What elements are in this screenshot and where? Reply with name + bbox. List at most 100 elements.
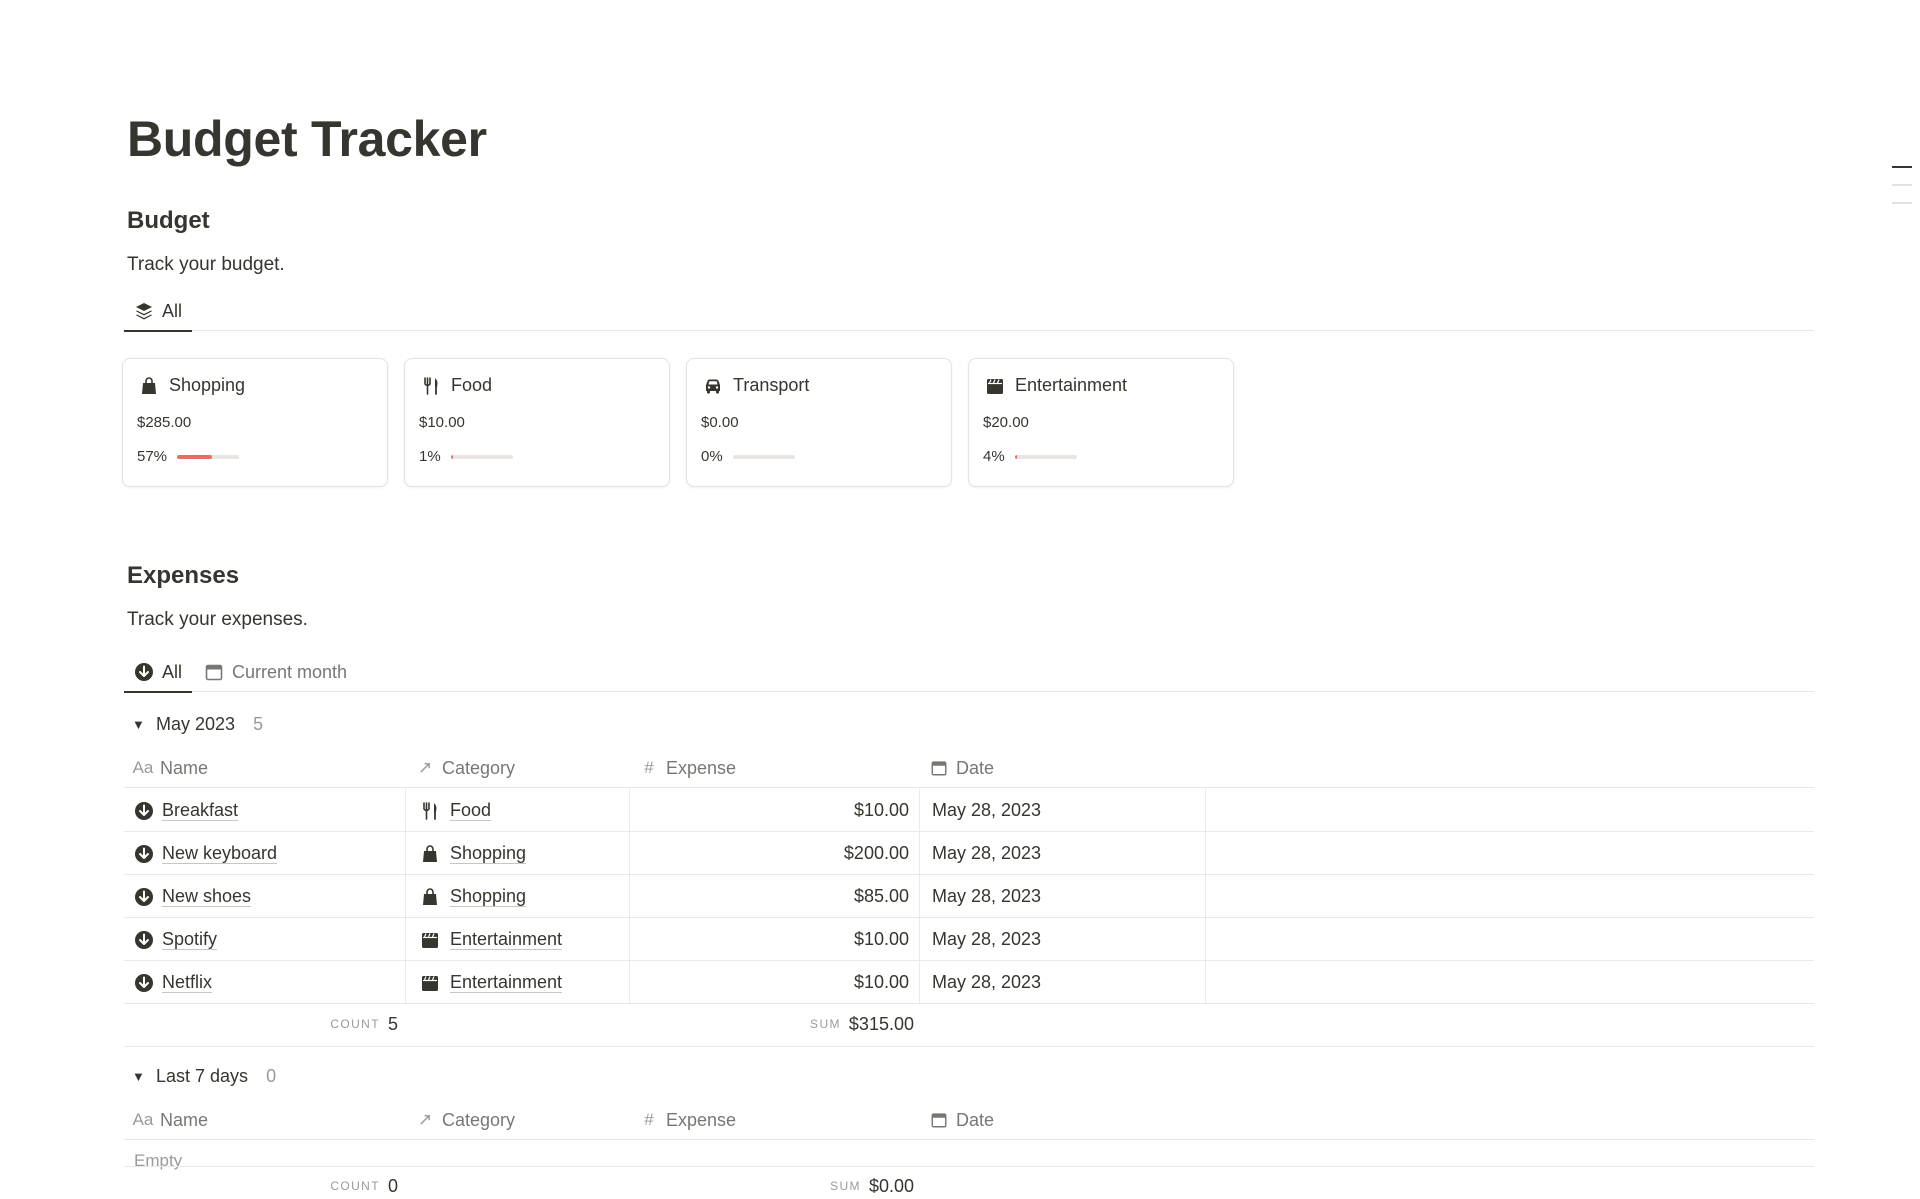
- expense-cell[interactable]: $85.00: [630, 875, 920, 918]
- group-count: 0: [266, 1066, 277, 1086]
- toc-item[interactable]: [1892, 166, 1912, 168]
- card-name: Entertainment: [1015, 375, 1128, 395]
- column-header-name[interactable]: Aa Name: [132, 1100, 208, 1140]
- sum-label: SUM: [830, 1179, 861, 1193]
- expense-name[interactable]: Spotify: [162, 929, 218, 950]
- date-cell[interactable]: May 28, 2023: [920, 789, 1206, 832]
- name-cell[interactable]: New keyboard: [124, 832, 406, 875]
- page-title: Budget Tracker: [127, 111, 487, 167]
- table-of-contents[interactable]: [1892, 166, 1912, 220]
- toc-item[interactable]: [1892, 184, 1912, 186]
- category-link[interactable]: Shopping: [450, 843, 527, 864]
- count-calculation[interactable]: COUNT 0: [330, 1166, 398, 1199]
- group-header[interactable]: ▼ May 2023 5: [132, 714, 263, 735]
- count-label: COUNT: [330, 1017, 380, 1031]
- progress-percent: 57%: [137, 448, 168, 465]
- count-label: COUNT: [330, 1179, 380, 1193]
- toc-item[interactable]: [1892, 202, 1912, 204]
- progress-bar-fill: [1014, 454, 1018, 459]
- date-cell[interactable]: May 28, 2023: [920, 875, 1206, 918]
- budget-card-entertainment[interactable]: Entertainment $20.00 4%: [968, 358, 1234, 487]
- name-cell[interactable]: Netflix: [124, 961, 406, 1004]
- category-cell[interactable]: Entertainment: [406, 961, 630, 1004]
- expenses-section-title: Expenses: [127, 562, 240, 589]
- tab-budget-all[interactable]: All: [124, 291, 193, 332]
- expense-name[interactable]: Netflix: [162, 972, 213, 993]
- category-link[interactable]: Food: [450, 800, 492, 821]
- category-type-icon: ↗: [417, 1110, 433, 1129]
- sum-calculation[interactable]: SUM $0.00: [830, 1166, 914, 1199]
- expense-cell[interactable]: $200.00: [630, 832, 920, 875]
- table-row[interactable]: Breakfast Food $10.00 May 28, 2023: [124, 789, 1814, 832]
- clapperboard-icon: [420, 930, 440, 950]
- fork-knife-icon: [420, 801, 440, 821]
- expense-name[interactable]: New shoes: [162, 886, 252, 907]
- category-cell[interactable]: Food: [406, 789, 630, 832]
- tab-expenses-current-month[interactable]: Current month: [194, 652, 357, 692]
- arrow-down-circle-icon: [134, 801, 154, 821]
- column-header-date[interactable]: Date: [928, 748, 994, 788]
- expenses-view-tabs: All Current month: [124, 652, 1814, 693]
- group-header[interactable]: ▼ Last 7 days 0: [132, 1066, 276, 1087]
- table-row[interactable]: New keyboard Shopping $200.00 May 28, 2023: [124, 832, 1814, 875]
- collapse-triangle-icon[interactable]: ▼: [132, 717, 146, 732]
- table-row[interactable]: Spotify Entertainment $10.00 May 28, 2023: [124, 918, 1814, 961]
- budget-card-shopping[interactable]: Shopping $285.00 57%: [122, 358, 388, 487]
- expense-cell[interactable]: $10.00: [630, 918, 920, 961]
- column-header-expense[interactable]: # Expense: [638, 1100, 736, 1140]
- progress-bar: [1014, 454, 1077, 459]
- category-cell[interactable]: Shopping: [406, 875, 630, 918]
- column-label: Name: [160, 1109, 209, 1130]
- date-cell[interactable]: May 28, 2023: [920, 961, 1206, 1004]
- sum-label: SUM: [810, 1017, 841, 1031]
- budget-card-food[interactable]: Food $10.00 1%: [404, 358, 670, 487]
- category-cell[interactable]: Entertainment: [406, 918, 630, 961]
- name-cell[interactable]: New shoes: [124, 875, 406, 918]
- sum-calculation[interactable]: SUM $315.00: [810, 1004, 914, 1044]
- shopping-bag-icon: [420, 844, 440, 864]
- arrow-down-circle-icon: [134, 887, 154, 907]
- shopping-bag-icon: [420, 887, 440, 907]
- category-link[interactable]: Entertainment: [450, 972, 563, 993]
- column-header-expense[interactable]: # Expense: [638, 748, 736, 788]
- count-value: 0: [387, 1175, 398, 1196]
- progress-percent: 1%: [419, 448, 441, 465]
- expense-type-icon: #: [644, 1110, 654, 1129]
- column-label: Date: [956, 1109, 995, 1130]
- progress-bar-fill: [177, 454, 213, 459]
- name-type-icon: Aa: [132, 758, 154, 777]
- tab-expenses-all[interactable]: All: [124, 652, 193, 693]
- count-calculation[interactable]: COUNT 5: [330, 1004, 398, 1044]
- group-label: Last 7 days: [156, 1066, 249, 1086]
- table-row[interactable]: New shoes Shopping $85.00 May 28, 2023: [124, 875, 1814, 918]
- category-cell[interactable]: Shopping: [406, 832, 630, 875]
- group-label: May 2023: [156, 714, 236, 734]
- expense-name[interactable]: Breakfast: [162, 800, 239, 821]
- tab-label: Current month: [232, 661, 348, 682]
- collapse-triangle-icon[interactable]: ▼: [132, 1069, 146, 1084]
- table-row[interactable]: Netflix Entertainment $10.00 May 28, 2023: [124, 961, 1814, 1004]
- progress-percent: 0%: [701, 448, 723, 465]
- category-link[interactable]: Shopping: [450, 886, 527, 907]
- expense-cell[interactable]: $10.00: [630, 789, 920, 832]
- name-cell[interactable]: Spotify: [124, 918, 406, 961]
- fork-knife-icon: [421, 376, 441, 396]
- card-name: Transport: [733, 375, 810, 395]
- expense-name[interactable]: New keyboard: [162, 843, 278, 864]
- card-title: Shopping: [139, 375, 245, 396]
- column-header-category[interactable]: ↗ Category: [414, 748, 515, 788]
- budget-card-transport[interactable]: Transport $0.00 0%: [686, 358, 952, 487]
- column-header-category[interactable]: ↗ Category: [414, 1100, 515, 1140]
- date-cell[interactable]: May 28, 2023: [920, 832, 1206, 875]
- category-link[interactable]: Entertainment: [450, 929, 563, 950]
- card-progress: 1%: [419, 448, 513, 465]
- column-header-date[interactable]: Date: [928, 1100, 994, 1140]
- column-header-name[interactable]: Aa Name: [132, 748, 208, 788]
- name-cell[interactable]: Breakfast: [124, 789, 406, 832]
- date-cell[interactable]: May 28, 2023: [920, 918, 1206, 961]
- category-type-icon: ↗: [417, 758, 433, 777]
- shopping-bag-icon: [139, 376, 159, 396]
- column-label: Category: [442, 1109, 516, 1130]
- budget-view-tabs: All: [124, 291, 1814, 332]
- expense-cell[interactable]: $10.00: [630, 961, 920, 1004]
